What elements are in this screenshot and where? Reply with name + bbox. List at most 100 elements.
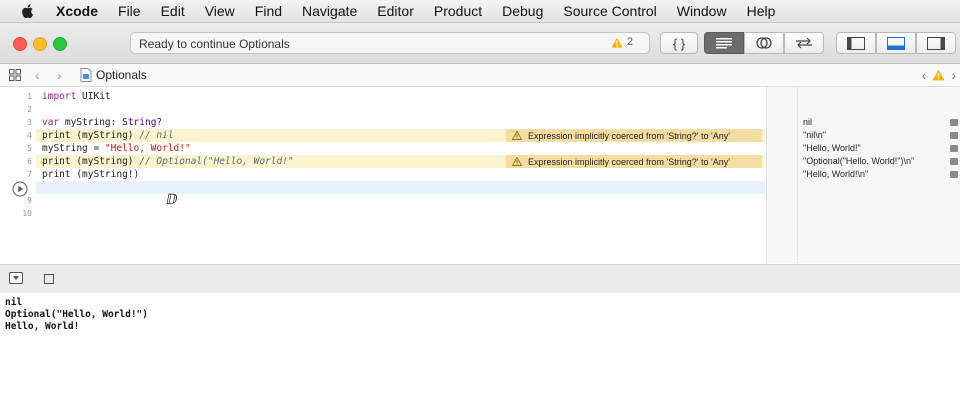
console-output[interactable]: nil Optional("Hello, World!") Hello, Wor… bbox=[0, 293, 960, 408]
line-number: 2 bbox=[27, 105, 32, 114]
quick-look-button[interactable] bbox=[950, 158, 958, 165]
menu-bar: Xcode File Edit View Find Navigate Edito… bbox=[0, 0, 960, 23]
result-value: "Hello, World!" bbox=[803, 143, 861, 153]
standard-editor-icon bbox=[716, 38, 732, 49]
type-name: String bbox=[122, 117, 157, 128]
left-panel-icon bbox=[847, 36, 865, 50]
code-line-1: import UIKit bbox=[42, 91, 111, 102]
source-editor[interactable]: 1 2 3 4 5 6 7 9 10 import UIKit var mySt… bbox=[0, 87, 765, 263]
console-line: Hello, World! bbox=[5, 321, 80, 332]
warning-icon[interactable] bbox=[932, 69, 945, 81]
code-text: myString: bbox=[59, 117, 123, 128]
warning-icon bbox=[512, 157, 522, 166]
menu-debug[interactable]: Debug bbox=[502, 3, 543, 19]
warning-indicator[interactable]: 2 bbox=[611, 36, 633, 48]
menu-find[interactable]: Find bbox=[255, 3, 282, 19]
results-divider bbox=[797, 87, 798, 263]
status-text: Ready to continue Optionals bbox=[139, 37, 290, 51]
keyword: import bbox=[42, 91, 77, 102]
code-comment: // Optional("Hello, World!" bbox=[139, 156, 294, 167]
line-number: 9 bbox=[27, 196, 32, 205]
menu-edit[interactable]: Edit bbox=[161, 3, 185, 19]
menu-source-control[interactable]: Source Control bbox=[563, 3, 656, 19]
apple-icon[interactable] bbox=[20, 3, 36, 19]
warning-count: 2 bbox=[626, 36, 633, 48]
code-snippet-icon: { } bbox=[672, 35, 686, 51]
hide-debug-area-icon[interactable] bbox=[9, 272, 23, 284]
assistant-editor-icon bbox=[756, 37, 772, 49]
menu-editor[interactable]: Editor bbox=[377, 3, 414, 19]
version-editor-button[interactable] bbox=[784, 32, 824, 54]
window-toolbar: Ready to continue Optionals 2 { } bbox=[0, 23, 960, 64]
line-number: 3 bbox=[27, 118, 32, 127]
warning-icon bbox=[611, 37, 623, 47]
result-value: "nil\n" bbox=[803, 130, 826, 140]
debug-bar bbox=[0, 264, 960, 294]
bottom-panel-icon bbox=[887, 36, 905, 50]
line-number: 7 bbox=[27, 170, 32, 179]
console-line: Optional("Hello, World!") bbox=[5, 309, 148, 320]
keyword: var bbox=[42, 117, 60, 128]
warning-annotation[interactable]: Expression implicitly coerced from 'Stri… bbox=[506, 155, 762, 168]
menu-view[interactable]: View bbox=[205, 3, 235, 19]
result-value: nil bbox=[803, 117, 813, 127]
line-number: 1 bbox=[27, 92, 32, 101]
stop-execution-button[interactable] bbox=[44, 274, 54, 284]
activity-status: Ready to continue Optionals 2 bbox=[130, 32, 650, 54]
line-number: 6 bbox=[27, 157, 32, 166]
current-line-highlight bbox=[36, 181, 765, 194]
quick-look-button[interactable] bbox=[950, 171, 958, 178]
warning-message: Expression implicitly coerced from 'Stri… bbox=[528, 130, 730, 141]
result-value: "Optional("Hello, World!")\n" bbox=[803, 156, 915, 166]
quick-look-button[interactable] bbox=[950, 145, 958, 152]
playground-file-icon bbox=[80, 68, 92, 82]
issue-navigation: ‹ › bbox=[922, 67, 956, 83]
code-line-6: print (myString) // Optional("Hello, Wor… bbox=[42, 156, 294, 167]
results-sidebar: nil "nil\n" "Hello, World!" "Optional("H… bbox=[766, 87, 960, 263]
zoom-window-button[interactable] bbox=[53, 37, 67, 51]
line-number: 4 bbox=[27, 131, 32, 140]
toggle-inspector-button[interactable] bbox=[916, 32, 956, 54]
chevron-right-icon[interactable]: › bbox=[57, 67, 62, 83]
toggle-debug-area-button[interactable] bbox=[876, 32, 916, 54]
code-line-4: print (myString) // nil bbox=[42, 130, 174, 141]
chevron-right-icon[interactable]: › bbox=[951, 67, 956, 83]
minimize-window-button[interactable] bbox=[33, 37, 47, 51]
quick-look-button[interactable] bbox=[950, 119, 958, 126]
code-text: myString = bbox=[42, 143, 105, 154]
code-snippet-button[interactable]: { } bbox=[660, 32, 698, 54]
code-line-7: print (myString!) bbox=[42, 169, 139, 180]
menu-file[interactable]: File bbox=[118, 3, 141, 19]
chevron-left-icon[interactable]: ‹ bbox=[922, 67, 927, 83]
right-panel-icon bbox=[927, 36, 945, 50]
console-line: nil bbox=[5, 297, 23, 308]
menu-navigate[interactable]: Navigate bbox=[302, 3, 357, 19]
warning-message: Expression implicitly coerced from 'Stri… bbox=[528, 156, 730, 167]
menu-window[interactable]: Window bbox=[677, 3, 727, 19]
menu-app-name[interactable]: Xcode bbox=[56, 3, 98, 19]
assistant-editor-button[interactable] bbox=[744, 32, 784, 54]
code-line-3: var myString: String? bbox=[42, 117, 162, 128]
chevron-left-icon[interactable]: ‹ bbox=[35, 67, 40, 83]
jump-bar: ‹ › Optionals ‹ › bbox=[0, 64, 960, 87]
code-text: UIKit bbox=[76, 91, 111, 102]
string-literal: "Hello, World!" bbox=[104, 143, 191, 154]
line-number: 10 bbox=[22, 209, 32, 218]
line-number-gutter: 1 2 3 4 5 6 7 9 10 bbox=[0, 87, 36, 263]
menu-help[interactable]: Help bbox=[747, 3, 776, 19]
run-playground-button[interactable] bbox=[12, 181, 28, 197]
code-comment: // nil bbox=[139, 130, 174, 141]
close-window-button[interactable] bbox=[13, 37, 27, 51]
warning-annotation[interactable]: Expression implicitly coerced from 'Stri… bbox=[506, 129, 762, 142]
related-items-grid-icon[interactable] bbox=[9, 69, 21, 81]
code-text: ? bbox=[156, 117, 163, 128]
text-cursor-icon: ⅅ bbox=[166, 191, 178, 207]
quick-look-button[interactable] bbox=[950, 132, 958, 139]
toggle-navigator-button[interactable] bbox=[836, 32, 876, 54]
warning-icon bbox=[512, 131, 522, 140]
line-number: 5 bbox=[27, 144, 32, 153]
code-text: print (myString) bbox=[42, 156, 140, 167]
standard-editor-button[interactable] bbox=[704, 32, 744, 54]
menu-product[interactable]: Product bbox=[434, 3, 482, 19]
breadcrumb[interactable]: Optionals bbox=[80, 68, 147, 82]
